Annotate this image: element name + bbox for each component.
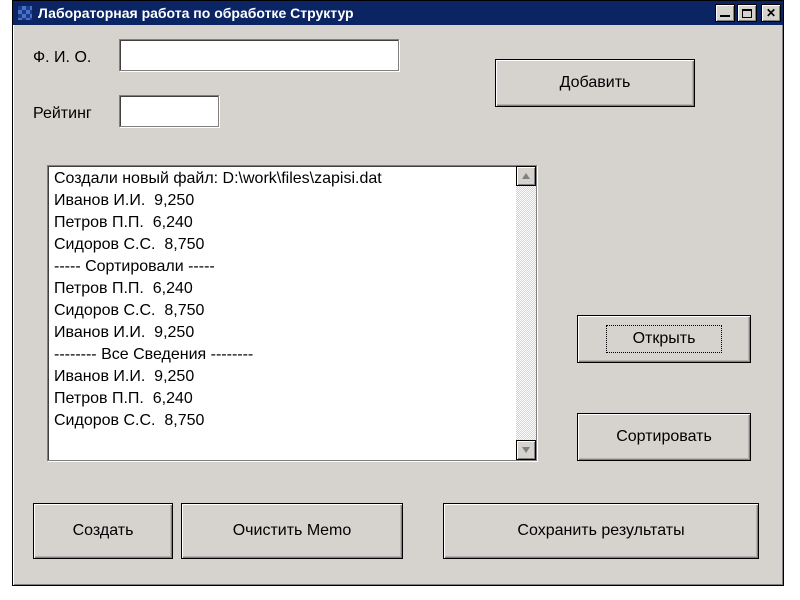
scroll-down-button[interactable] (516, 440, 536, 460)
memo-scrollbar[interactable] (516, 166, 536, 460)
chevron-up-icon (522, 173, 530, 179)
clear-memo-button-label: Очистить Memo (233, 522, 352, 540)
save-results-button[interactable]: Сохранить результаты (443, 503, 759, 559)
titlebar: Лабораторная работа по обработке Структу… (13, 1, 783, 25)
save-results-button-label: Сохранить результаты (517, 522, 684, 540)
rating-input-wrap (119, 95, 219, 127)
clear-memo-button[interactable]: Очистить Memo (181, 503, 403, 559)
fio-input-wrap (119, 39, 399, 71)
fio-label: Ф. И. О. (33, 49, 91, 67)
memo-box: Создали новый файл: D:\work\files\zapisi… (47, 165, 537, 461)
app-window: Лабораторная работа по обработке Структу… (12, 0, 784, 586)
add-button-label: Добавить (560, 74, 631, 92)
rating-input[interactable] (120, 96, 218, 126)
app-icon (17, 5, 33, 21)
memo-text[interactable]: Создали новый файл: D:\work\files\zapisi… (48, 166, 516, 460)
minimize-button[interactable] (715, 4, 735, 22)
create-button[interactable]: Создать (33, 503, 173, 559)
sort-button-label: Сортировать (616, 428, 712, 446)
rating-label: Рейтинг (33, 105, 92, 123)
open-button-label: Открыть (633, 330, 696, 347)
close-button[interactable]: ✕ (761, 4, 781, 22)
scroll-up-button[interactable] (516, 166, 536, 186)
window-title: Лабораторная работа по обработке Структу… (38, 5, 715, 21)
add-button[interactable]: Добавить (495, 59, 695, 107)
maximize-button[interactable] (737, 4, 757, 22)
fio-input[interactable] (120, 40, 398, 70)
create-button-label: Создать (73, 522, 134, 540)
chevron-down-icon (522, 447, 530, 453)
open-button[interactable]: Открыть (577, 315, 751, 363)
sort-button[interactable]: Сортировать (577, 413, 751, 461)
